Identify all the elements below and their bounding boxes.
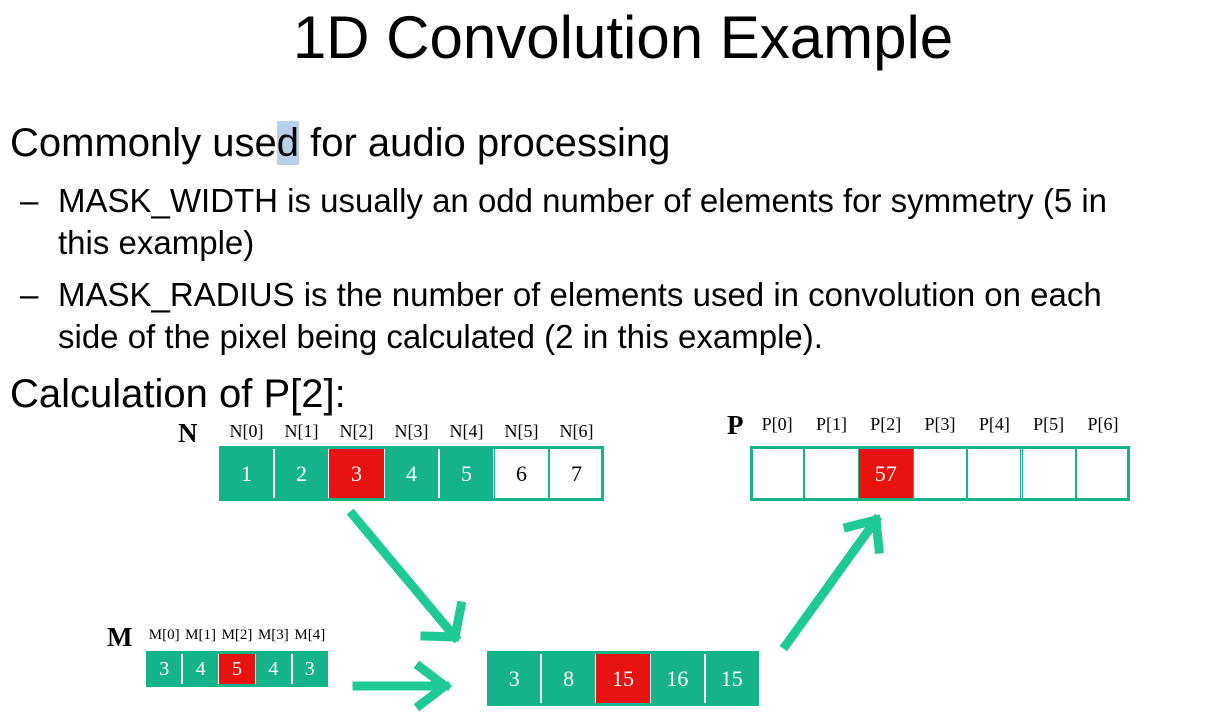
arrow-m-to-products: [352, 660, 453, 712]
slide: 1D Convolution Example Commonly used for…: [0, 0, 1226, 721]
m-array-frame: [146, 651, 328, 687]
p-array-frame: [750, 446, 1131, 501]
m-array-name: M: [107, 622, 133, 652]
products-array-frame: [487, 651, 759, 706]
arrows-layer: [346, 508, 884, 712]
n-array-name: N: [178, 418, 198, 448]
m-index-label: M[4]: [294, 627, 326, 643]
arrow-n-to-products: [346, 508, 467, 644]
p-array-name: P: [727, 410, 744, 440]
n-array-frame: [219, 446, 604, 501]
p-index-label: P[6]: [1087, 414, 1119, 434]
arrow-products-to-p: [779, 513, 884, 652]
n-index-label: N[6]: [559, 421, 594, 441]
